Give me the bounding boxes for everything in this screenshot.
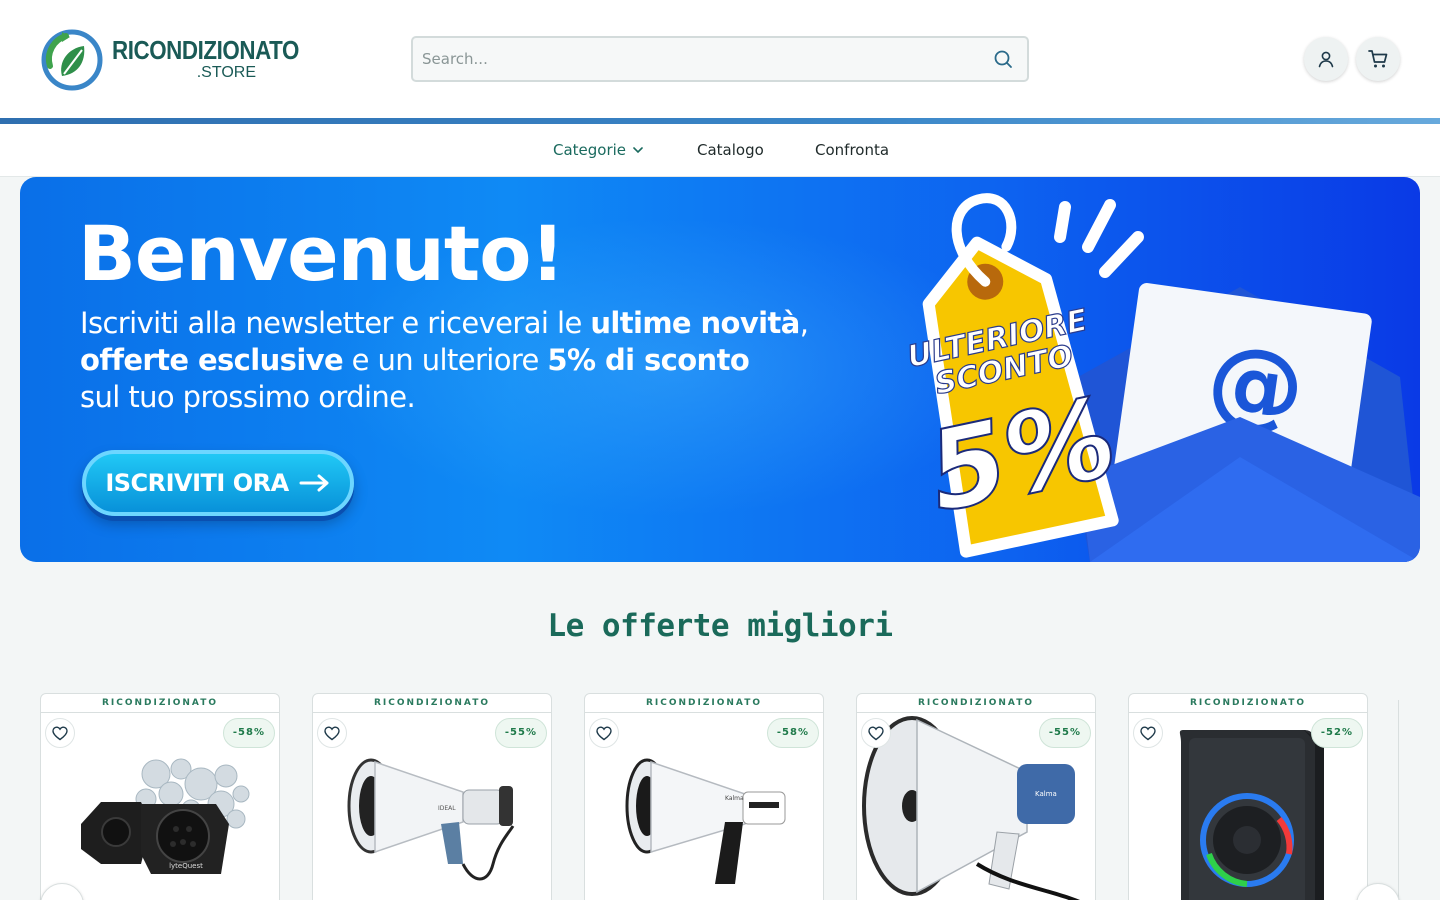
condition-tag: RICONDIZIONATO [857,694,1095,713]
best-offers-title: Le offerte migliori [547,608,893,644]
search-input[interactable] [413,38,979,80]
cart-button[interactable] [1356,37,1400,81]
main-nav: Categorie Catalogo Confronta [0,124,1440,177]
discount-badge: -55% [1038,718,1091,748]
subscribe-button-label: ISCRIVITI ORA [105,469,289,497]
discount-badge: -58% [222,718,275,748]
banner-text-part: e un ulteriore [343,343,548,377]
svg-text:Kalma: Kalma [725,795,744,802]
product-card[interactable]: RICONDIZIONATO -52% [1128,693,1368,900]
arrow-right-icon [299,474,329,492]
discount-badge: -55% [494,718,547,748]
search-bar [411,36,1029,82]
heart-icon [324,725,340,740]
nav-categories-dropdown[interactable]: Categorie [553,141,643,159]
discount-badge: -52% [1310,718,1363,748]
heart-icon [596,725,612,740]
wishlist-button[interactable] [45,718,75,748]
svg-text:lyteQuest: lyteQuest [169,862,203,870]
site-logo[interactable]: RICONDIZIONATO .STORE [40,26,329,92]
logo-main-text: RICONDIZIONATO [112,35,299,65]
condition-tag: RICONDIZIONATO [585,694,823,713]
product-card[interactable]: RICONDIZIONATO -55% IDEAL [312,693,552,900]
banner-text: Iscriviti alla newsletter e riceverai le… [80,305,860,416]
product-card[interactable]: RICONDIZIONATO -58% Kalma [584,693,824,900]
burst-lines [1054,199,1144,278]
wishlist-button[interactable] [317,718,347,748]
banner-text-part: Iscriviti alla newsletter e riceverai le [80,306,591,340]
condition-tag: RICONDIZIONATO [1129,694,1367,713]
banner-text-bold: offerte esclusive [80,343,344,377]
banner-text-bold: ultime novità [590,306,800,340]
nav-compare-link[interactable]: Confronta [815,141,889,159]
logo-sub-text: .STORE [196,64,256,81]
condition-tag: RICONDIZIONATO [313,694,551,713]
user-icon [1318,51,1334,68]
discount-tag-envelope-illustration: @ ULTERIORE SCONTO 5% [904,193,1420,562]
svg-text:Kalma: Kalma [1035,790,1057,798]
wishlist-button[interactable] [1133,718,1163,748]
banner-title: Benvenuto! [78,209,565,298]
svg-text:IDEAL: IDEAL [438,805,456,812]
discount-badge: -58% [766,718,819,748]
account-button[interactable] [1304,37,1348,81]
product-card[interactable]: RICONDIZIONATO -55% Kalma [856,693,1096,900]
site-header: RICONDIZIONATO .STORE [0,0,1440,118]
wishlist-button[interactable] [861,718,891,748]
newsletter-banner[interactable]: Benvenuto! Iscriviti alla newsletter e r… [20,177,1420,562]
banner-text-part: , [799,306,809,340]
heart-icon [52,725,68,740]
chevron-down-icon [633,146,643,153]
next-product-card-edge [1398,700,1402,900]
product-card[interactable]: RICONDIZIONATO -58% lyteQuest [40,693,280,900]
heart-icon [868,725,884,740]
wishlist-button[interactable] [589,718,619,748]
search-button[interactable] [979,38,1027,80]
cart-icon [1368,50,1388,68]
search-icon [994,50,1012,68]
condition-tag: RICONDIZIONATO [41,694,279,713]
heart-icon [1140,725,1156,740]
nav-categories-label: Categorie [553,141,627,159]
nav-catalog-link[interactable]: Catalogo [697,141,764,159]
logo-leaf-icon [41,29,103,91]
banner-text-bold: 5% di sconto [547,343,750,377]
banner-text-part: sul tuo prossimo ordine. [80,380,416,414]
subscribe-button[interactable]: ISCRIVITI ORA [82,450,354,516]
